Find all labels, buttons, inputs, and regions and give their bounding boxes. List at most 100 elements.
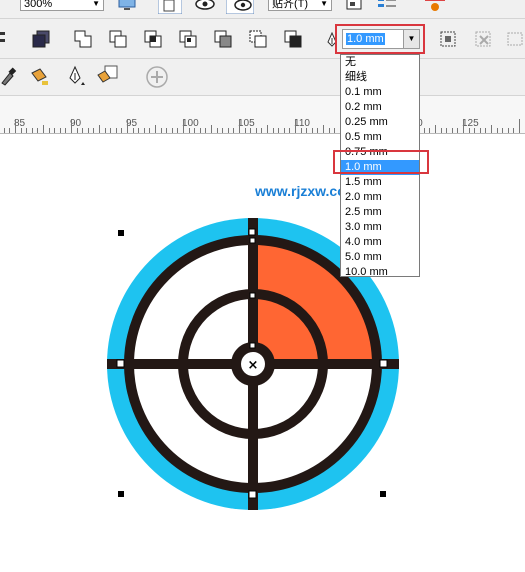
ruler-tick [513,128,514,133]
ruler-tick [485,128,486,133]
trim-icon[interactable] [107,28,129,50]
outline-width-option[interactable]: 2.0 mm [341,190,419,205]
ruler-tick [233,128,234,133]
ruler-tick [222,128,223,133]
ruler-tick [301,128,302,133]
snap-combo[interactable]: 贴齐(T) ▼ [268,0,332,11]
ruler-tick [93,128,94,133]
ruler-tick [211,125,212,133]
selection-handle-bottom-right[interactable] [380,491,386,497]
ruler-tick [172,128,173,133]
pen-tool-icon[interactable] [64,65,86,87]
grid-options-icon[interactable] [345,0,367,13]
outline-width-option[interactable]: 0.1 mm [341,85,419,100]
ruler-label: 125 [462,118,479,129]
selection-handle-bottom-left[interactable] [118,491,124,497]
horizontal-ruler: 859095100105110115120125 [0,96,525,134]
ruler-tick [77,128,78,133]
outline-width-option[interactable]: 0.2 mm [341,100,419,115]
paint-bucket-icon[interactable] [28,65,50,87]
weld-icon[interactable] [72,28,94,50]
zoom-combo[interactable]: 300% ▼ [20,0,104,11]
node-handle [379,359,388,368]
ruler-tick [278,128,279,133]
ruler-tick [463,119,464,133]
ruler-tick [200,128,201,133]
outline-width-option[interactable]: 0.25 mm [341,115,419,130]
ruler-tick [457,128,458,133]
outline-width-option[interactable]: 2.5 mm [341,205,419,220]
outline-width-option[interactable]: 4.0 mm [341,235,419,250]
drawing-canvas[interactable]: × [0,134,525,572]
ruler-tick [194,128,195,133]
ruler-tick [205,128,206,133]
ruler-tick [65,128,66,133]
node-handle [249,292,256,299]
ruler-tick [273,128,274,133]
page-icon[interactable] [158,0,182,14]
boundary-icon[interactable] [282,28,304,50]
ruler-tick [502,128,503,133]
ruler-tick [21,128,22,133]
intersect-icon[interactable] [142,28,164,50]
ruler-tick [261,128,262,133]
snap-label: 贴齐(T) [272,0,309,10]
back-minus-front-icon[interactable] [247,28,269,50]
ruler-label: 105 [238,118,255,129]
add-icon[interactable] [145,65,169,89]
top-toolbar: 300% ▼ 贴齐(T) ▼ [0,0,525,19]
ruler-tick [88,128,89,133]
ruler-tick [250,128,251,133]
selection-handle-top-left[interactable] [118,230,124,236]
monitor-icon[interactable] [116,0,138,12]
ruler-tick [189,128,190,133]
eye-icon[interactable] [192,0,218,12]
ruler-tick [519,119,520,133]
ruler-tick [228,128,229,133]
align-options-icon[interactable] [376,0,398,13]
ruler-tick [177,128,178,133]
ruler-tick [161,128,162,133]
outline-width-option[interactable]: 5.0 mm [341,250,419,265]
ruler-tick [284,128,285,133]
ruler-tick [424,128,425,133]
align-icon[interactable] [0,29,8,49]
outline-width-option[interactable]: 10.0 mm [341,265,419,280]
outline-width-option[interactable]: 0.5 mm [341,130,419,145]
node-handle [249,342,256,349]
tool-row [0,59,525,96]
ruler-tick [239,119,240,133]
combo-highlight-box [335,24,425,54]
target-drawing[interactable]: × [0,134,525,572]
eyedropper-icon[interactable] [0,65,18,87]
ruler-tick [15,119,16,133]
ruler-tick [60,128,61,133]
node-handle [116,359,125,368]
ungroup-icon[interactable] [505,28,525,50]
launch-icon[interactable] [423,0,449,13]
ruler-tick [217,128,218,133]
front-minus-back-icon[interactable] [212,28,234,50]
ruler-tick [256,128,257,133]
wrap-text-icon[interactable] [437,28,459,50]
property-bar: 1.0 mm ▼ [0,19,525,59]
fill-tool-icon[interactable] [96,65,120,87]
outline-width-option[interactable]: 细线 [341,70,419,85]
ruler-tick [306,128,307,133]
ruler-tick [441,128,442,133]
node-handle [248,228,256,236]
ruler-tick [43,125,44,133]
ruler-tick [446,128,447,133]
combine-icon[interactable] [30,28,52,50]
ruler-tick [474,128,475,133]
outline-width-option[interactable]: 3.0 mm [341,220,419,235]
outline-width-option[interactable]: 无 [341,55,419,70]
ruler-tick [82,128,83,133]
simplify-icon[interactable] [177,28,199,50]
clear-icon[interactable] [472,28,494,50]
node-handle [249,237,256,244]
outline-width-option[interactable]: 1.5 mm [341,175,419,190]
eye-page-icon[interactable] [226,0,254,14]
ruler-tick [508,128,509,133]
ruler-tick [334,128,335,133]
